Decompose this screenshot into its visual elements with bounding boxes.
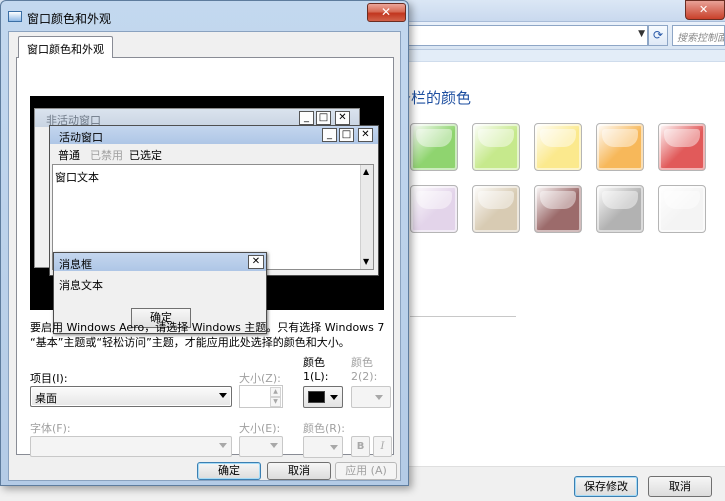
font-select[interactable] [30, 436, 232, 457]
chevron-down-icon [219, 443, 227, 448]
tab-window-color-appearance[interactable]: 窗口颜色和外观 [18, 36, 113, 58]
color-swatch[interactable] [596, 185, 644, 233]
color-swatch[interactable] [472, 123, 520, 171]
dialog-close-button[interactable]: ✕ [367, 3, 406, 22]
font-color-picker-button[interactable] [303, 436, 343, 458]
preview-window-text: 窗口文本 [55, 171, 99, 184]
close-icon[interactable]: ✕ [335, 111, 350, 125]
bold-button[interactable]: B [351, 436, 370, 457]
preview-menu-selected[interactable]: 已选定 [129, 147, 162, 163]
minimize-icon[interactable]: _ [322, 128, 337, 142]
font-size-label: 大小(E): [239, 422, 281, 435]
appearance-preview: 非活动窗口 _ □ ✕ 活动窗口 _ □ ✕ 普通 已禁用 已选定 窗口文本 ▲… [30, 96, 384, 334]
item-select[interactable]: 桌面 [30, 386, 232, 407]
close-icon[interactable]: ✕ [358, 128, 373, 142]
scroll-up-icon[interactable]: ▲ [363, 167, 369, 176]
maximize-icon[interactable]: □ [316, 111, 331, 125]
address-field[interactable]: 项 ▼ [390, 25, 648, 46]
size-spinner[interactable]: ▲ ▼ [239, 385, 283, 408]
color1-swatch [308, 391, 325, 403]
refresh-icon[interactable]: ⟳ [648, 25, 668, 46]
cancel-button[interactable]: 取消 [267, 462, 331, 480]
color1-label-line1: 颜色 [303, 356, 325, 369]
color-swatch[interactable] [410, 123, 458, 171]
font-label: 字体(F): [30, 422, 71, 435]
item-select-value: 桌面 [35, 392, 57, 405]
preview-message-box-title: 消息框 [59, 258, 92, 271]
font-color-label: 颜色(R): [303, 422, 345, 435]
color-swatch[interactable] [534, 123, 582, 171]
color-swatch[interactable] [658, 185, 706, 233]
dialog-client-area: 窗口颜色和外观 非活动窗口 _ □ ✕ 活动窗口 _ □ ✕ 普通 已禁用 已选… [8, 31, 401, 481]
preview-menu-normal[interactable]: 普通 [58, 147, 80, 163]
color-swatch[interactable] [472, 185, 520, 233]
ok-button[interactable]: 确定 [197, 462, 261, 480]
save-changes-button[interactable]: 保存修改 [574, 476, 638, 497]
preview-active-titlebar[interactable]: 活动窗口 _ □ ✕ [50, 126, 378, 144]
address-dropdown-icon[interactable]: ▼ [638, 29, 645, 39]
color-swatch[interactable] [658, 123, 706, 171]
color-swatch[interactable] [410, 185, 458, 233]
size-label: 大小(Z): [239, 372, 281, 385]
chevron-down-icon [330, 395, 338, 400]
background-cancel-button[interactable]: 取消 [648, 476, 712, 497]
spin-up-icon[interactable]: ▲ [270, 387, 281, 397]
font-size-select[interactable] [239, 436, 283, 457]
color-swatch[interactable] [596, 123, 644, 171]
item-label: 项目(I): [30, 372, 68, 385]
preview-scrollbar[interactable]: ▲ ▼ [360, 165, 373, 269]
color1-label-line2: 1(L): [303, 370, 329, 383]
tab-page: 非活动窗口 _ □ ✕ 活动窗口 _ □ ✕ 普通 已禁用 已选定 窗口文本 ▲… [16, 57, 394, 458]
spin-down-icon[interactable]: ▼ [270, 397, 281, 407]
chevron-down-icon [270, 443, 278, 448]
color-swatch[interactable] [534, 185, 582, 233]
preview-message-box-titlebar[interactable]: 消息框 ✕ [54, 253, 266, 271]
dialog-title: 窗口颜色和外观 [27, 12, 112, 26]
minimize-icon[interactable]: _ [299, 111, 314, 125]
apply-button[interactable]: 应用 (A) [335, 462, 397, 480]
maximize-icon[interactable]: □ [339, 128, 354, 142]
separator [410, 316, 516, 317]
background-close-button[interactable] [685, 0, 725, 20]
italic-button[interactable]: I [373, 436, 392, 457]
window-color-appearance-dialog: 窗口颜色和外观 ✕ 窗口颜色和外观 非活动窗口 _ □ ✕ 活动窗口 _ □ ✕… [0, 0, 409, 486]
chevron-down-icon [330, 445, 338, 450]
color2-label-line2: 2(2): [351, 370, 378, 383]
preview-message-text: 消息文本 [59, 279, 103, 292]
color2-label-line1: 颜色 [351, 356, 373, 369]
color2-picker-button[interactable] [351, 386, 391, 408]
close-icon: ✕ [381, 5, 392, 19]
chevron-down-icon [219, 393, 227, 398]
color1-picker-button[interactable] [303, 386, 343, 408]
scroll-down-icon[interactable]: ▼ [363, 257, 369, 266]
close-icon[interactable]: ✕ [248, 255, 264, 269]
preview-active-title: 活动窗口 [59, 131, 103, 144]
preview-menu-disabled[interactable]: 已禁用 [90, 147, 123, 163]
search-input[interactable]: 搜索控制面板 [672, 25, 725, 46]
aero-description: 要启用 Windows Aero，请选择 Windows 主题。只有选择 Win… [30, 321, 385, 349]
window-icon [8, 11, 22, 22]
chevron-down-icon [375, 395, 383, 400]
preview-menubar: 普通 已禁用 已选定 [50, 144, 378, 162]
